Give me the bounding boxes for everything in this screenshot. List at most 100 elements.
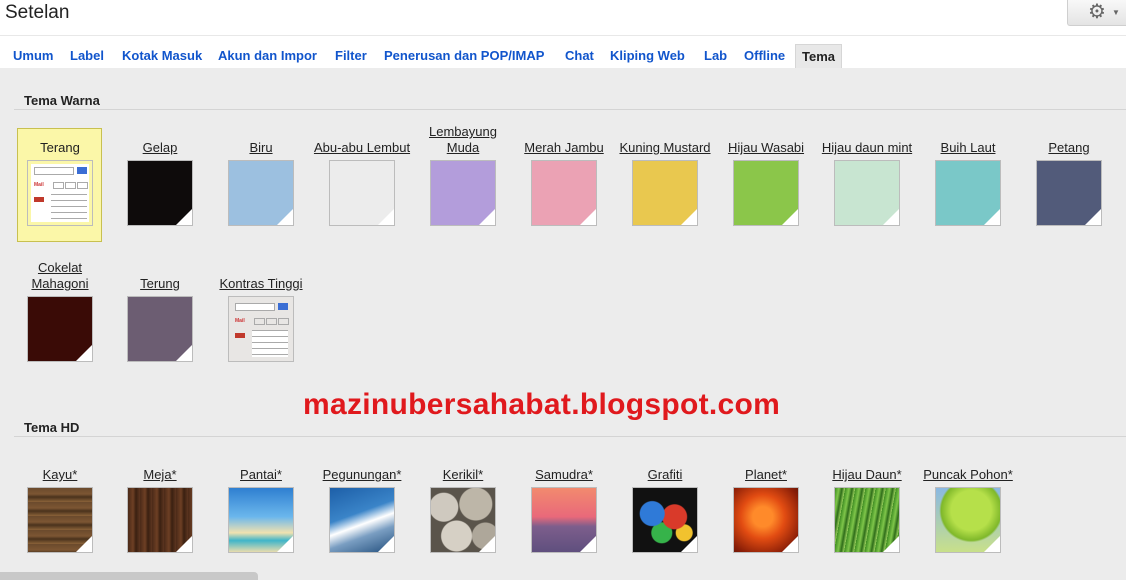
theme-thumbnail[interactable] (834, 487, 900, 553)
theme-swatch[interactable] (430, 160, 496, 226)
color-theme-tile[interactable]: Hijau Wasabi (716, 124, 816, 226)
theme-thumbnail[interactable] (27, 487, 93, 553)
tab-penerusan[interactable]: Penerusan dan POP/IMAP (384, 44, 544, 68)
theme-label[interactable]: Petang (1019, 124, 1119, 156)
page-title: Setelan (5, 2, 70, 23)
theme-thumbnail[interactable] (127, 487, 193, 553)
tab-tema[interactable]: Tema (795, 44, 842, 68)
theme-label[interactable]: Kerikil* (413, 451, 513, 483)
settings-button[interactable]: ⚙ ▼ (1067, 0, 1126, 26)
settings-tabs: Umum Label Kotak Masuk Akun dan Impor Fi… (0, 44, 1126, 68)
page-curl-icon (1085, 209, 1101, 225)
theme-thumbnail[interactable] (632, 487, 698, 553)
theme-label[interactable]: Hijau daun mint (817, 124, 917, 156)
theme-swatch[interactable]: Mail (228, 296, 294, 362)
theme-label[interactable]: Merah Jambu (514, 124, 614, 156)
theme-swatch[interactable] (228, 160, 294, 226)
color-theme-tile[interactable]: Kontras Tinggi Mail (211, 260, 311, 362)
color-theme-tile[interactable]: Buih Laut (918, 124, 1018, 226)
theme-label[interactable]: Meja* (110, 451, 210, 483)
color-theme-tile[interactable]: Kuning Mustard (615, 124, 715, 226)
tab-kliping-web[interactable]: Kliping Web (610, 44, 685, 68)
theme-label[interactable]: Cokelat Mahagoni (10, 260, 110, 292)
theme-swatch[interactable] (531, 160, 597, 226)
watermark: mazinubersahabat.blogspot.com (303, 388, 781, 421)
hd-theme-tile[interactable]: Kayu* (10, 451, 110, 553)
color-theme-tile[interactable]: Merah Jambu (514, 124, 614, 226)
theme-swatch[interactable] (329, 160, 395, 226)
color-theme-tile[interactable]: Terang Mail (10, 124, 110, 226)
theme-swatch[interactable] (27, 296, 93, 362)
tab-akun-dan-impor[interactable]: Akun dan Impor (218, 44, 317, 68)
theme-label[interactable]: Terang (10, 124, 110, 156)
theme-label[interactable]: Kontras Tinggi (211, 260, 311, 292)
hd-theme-tile[interactable]: Puncak Pohon* (918, 451, 1018, 553)
theme-label[interactable]: Pegunungan* (312, 451, 412, 483)
theme-swatch[interactable] (733, 160, 799, 226)
theme-label[interactable]: Samudra* (514, 451, 614, 483)
theme-label[interactable]: Abu-abu Lembut (312, 124, 412, 156)
page-curl-icon (782, 209, 798, 225)
color-theme-tile[interactable]: Abu-abu Lembut (312, 124, 412, 226)
tab-lab[interactable]: Lab (704, 44, 727, 68)
page-curl-icon (277, 536, 293, 552)
horizontal-scrollbar[interactable] (0, 572, 258, 580)
theme-label[interactable]: Pantai* (211, 451, 311, 483)
theme-label[interactable]: Kuning Mustard (615, 124, 715, 156)
theme-label[interactable]: Grafiti (615, 451, 715, 483)
hd-theme-tile[interactable]: Kerikil* (413, 451, 513, 553)
color-theme-tile[interactable]: Cokelat Mahagoni (10, 260, 110, 362)
tab-label[interactable]: Label (70, 44, 104, 68)
theme-label[interactable]: Puncak Pohon* (918, 451, 1018, 483)
color-theme-tile[interactable]: Lembayung Muda (413, 124, 513, 226)
theme-swatch[interactable] (127, 296, 193, 362)
tab-umum[interactable]: Umum (13, 44, 53, 68)
color-theme-tile[interactable]: Terung (110, 260, 210, 362)
theme-swatch[interactable] (1036, 160, 1102, 226)
theme-label[interactable]: Planet* (716, 451, 816, 483)
color-theme-tile[interactable]: Gelap (110, 124, 210, 226)
theme-swatch[interactable]: Mail (27, 160, 93, 226)
color-theme-tile[interactable]: Hijau daun mint (817, 124, 917, 226)
hd-theme-tile[interactable]: Pegunungan* (312, 451, 412, 553)
hd-theme-tile[interactable]: Planet* (716, 451, 816, 553)
theme-thumbnail[interactable] (935, 487, 1001, 553)
tab-chat[interactable]: Chat (565, 44, 594, 68)
theme-thumbnail[interactable] (329, 487, 395, 553)
theme-label[interactable]: Hijau Daun* (817, 451, 917, 483)
theme-swatch[interactable] (935, 160, 1001, 226)
theme-thumbnail[interactable] (228, 487, 294, 553)
section-title-hd-themes: Tema HD (24, 420, 80, 435)
hd-theme-tile[interactable]: Meja* (110, 451, 210, 553)
theme-label[interactable]: Hijau Wasabi (716, 124, 816, 156)
theme-label[interactable]: Lembayung Muda (413, 124, 513, 156)
theme-label[interactable]: Biru (211, 124, 311, 156)
tab-kotak-masuk[interactable]: Kotak Masuk (122, 44, 202, 68)
theme-label[interactable]: Kayu* (10, 451, 110, 483)
theme-swatch[interactable] (632, 160, 698, 226)
theme-thumbnail[interactable] (531, 487, 597, 553)
theme-label[interactable]: Buih Laut (918, 124, 1018, 156)
tab-filter[interactable]: Filter (335, 44, 367, 68)
hd-theme-tile[interactable]: Hijau Daun* (817, 451, 917, 553)
color-theme-tile[interactable]: Petang (1019, 124, 1119, 226)
theme-swatch[interactable] (834, 160, 900, 226)
theme-thumbnail[interactable] (430, 487, 496, 553)
page-curl-icon (76, 536, 92, 552)
hd-theme-tile[interactable]: Grafiti (615, 451, 715, 553)
hd-theme-tile[interactable]: Samudra* (514, 451, 614, 553)
page-curl-icon (277, 209, 293, 225)
color-theme-tile[interactable]: Biru (211, 124, 311, 226)
mail-label: Mail (34, 182, 44, 188)
theme-label[interactable]: Terung (110, 260, 210, 292)
theme-label[interactable]: Gelap (110, 124, 210, 156)
theme-thumbnail[interactable] (733, 487, 799, 553)
tab-offline[interactable]: Offline (744, 44, 785, 68)
hd-theme-tile[interactable]: Pantai* (211, 451, 311, 553)
theme-swatch[interactable] (127, 160, 193, 226)
page-curl-icon (378, 209, 394, 225)
chevron-down-icon: ▼ (1112, 8, 1120, 17)
header-divider (0, 35, 1126, 36)
mail-label: Mail (235, 318, 245, 324)
page-curl-icon (378, 536, 394, 552)
